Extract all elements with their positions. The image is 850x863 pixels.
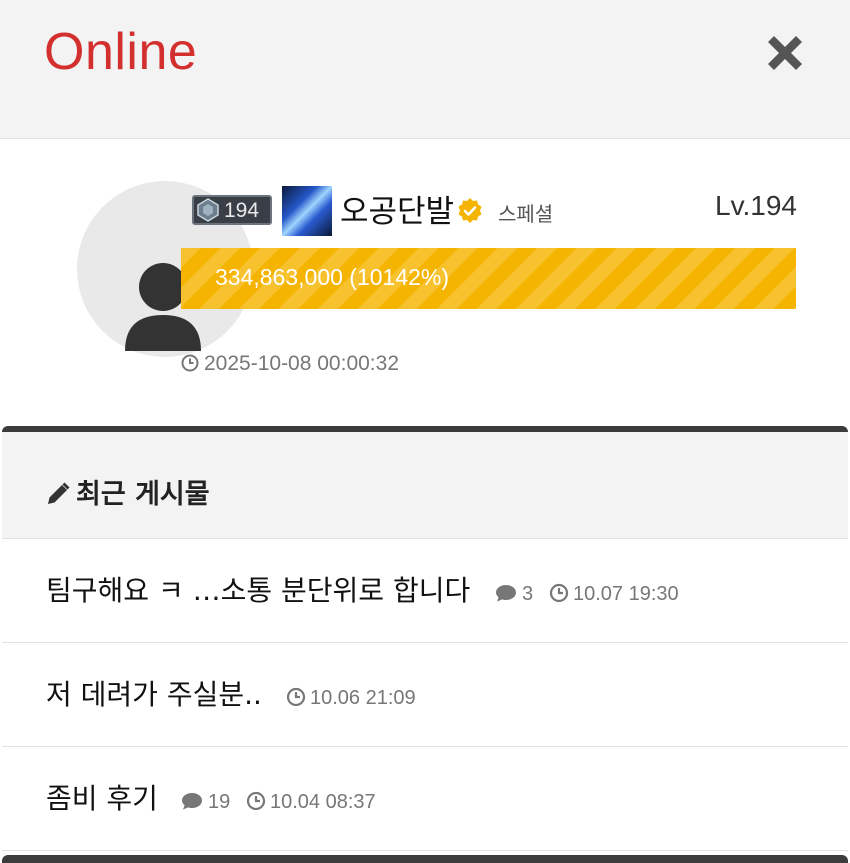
close-button[interactable] [762, 30, 808, 76]
rank-badge: 194 [192, 195, 272, 225]
post-time-text: 10.04 08:37 [270, 791, 376, 813]
xp-progress-bar: 334,863,000 (10142%) [181, 248, 796, 309]
post-time-text: 10.06 21:09 [310, 687, 416, 709]
post-time: 10.04 08:37 [246, 791, 376, 814]
comment-icon [182, 793, 202, 810]
profile-card: 194 오공단발 스페셜 Lv.194 334,863,000 (10142%)… [0, 140, 850, 426]
xp-text: 334,863,000 (10142%) [215, 264, 450, 290]
pencil-icon [48, 482, 70, 504]
clock-icon [246, 791, 266, 811]
clock-icon [181, 354, 199, 372]
last-seen-text: 2025-10-08 00:00:32 [204, 352, 399, 375]
rank-number: 194 [224, 199, 260, 222]
post-comment-count: 3 [494, 583, 533, 606]
post-time: 10.06 21:09 [286, 687, 416, 710]
verified-badge-icon [458, 198, 482, 223]
recent-posts-title-text: 최근 게시물 [76, 479, 210, 510]
recent-posts-header: 최근 게시물 [2, 432, 848, 539]
clock-icon [286, 687, 306, 707]
post-comment-count-text: 3 [522, 583, 534, 605]
member-role: 스페셜 [498, 202, 554, 226]
level-label: Lv.194 [715, 190, 797, 221]
post-comment-count-text: 19 [208, 791, 231, 813]
post-item[interactable]: 좀비 후기 19 10.04 08:37 [2, 747, 848, 851]
post-item[interactable]: 팀구해요 ㅋ …소통 분단위로 합니다 3 10.07 19:30 [2, 539, 848, 643]
post-title[interactable]: 좀비 후기 [46, 777, 158, 817]
post-title[interactable]: 저 데려가 주실분.. [46, 673, 262, 713]
post-item[interactable]: 저 데려가 주실분.. 10.06 21:09 [2, 643, 848, 747]
post-time-text: 10.07 19:30 [573, 583, 679, 605]
profile-thumbnail [282, 186, 332, 236]
recent-posts-title: 최근 게시물 [46, 472, 210, 511]
nickname[interactable]: 오공단발 [340, 186, 454, 231]
post-time: 10.07 19:30 [549, 583, 679, 606]
last-seen: 2025-10-08 00:00:32 [181, 352, 399, 376]
page-title: Online [44, 23, 198, 81]
comment-icon [496, 585, 516, 602]
rank-gem-icon [197, 198, 219, 222]
next-panel-edge [2, 855, 848, 863]
post-title[interactable]: 팀구해요 ㅋ …소통 분단위로 합니다 [46, 569, 470, 609]
recent-posts-panel: 최근 게시물 팀구해요 ㅋ …소통 분단위로 합니다 3 10.07 19:30… [2, 426, 848, 863]
close-icon [768, 36, 802, 70]
modal-header: Online [0, 0, 850, 139]
clock-icon [549, 583, 569, 603]
post-comment-count: 19 [180, 791, 230, 814]
